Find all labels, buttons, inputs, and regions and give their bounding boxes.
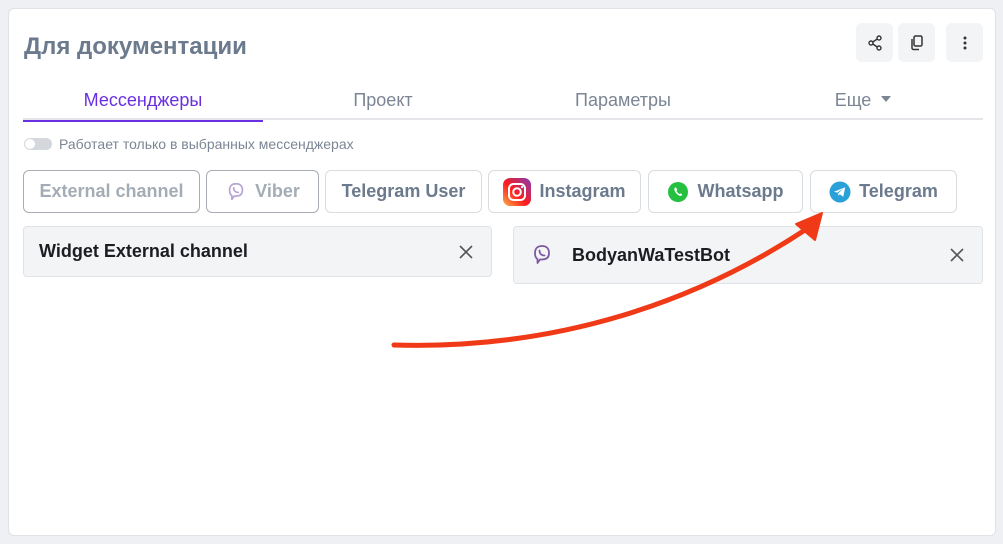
- panel-title: Widget External channel: [39, 241, 248, 261]
- channel-chip-external[interactable]: External channel: [23, 170, 200, 213]
- channel-chip-telegram[interactable]: Telegram: [810, 170, 957, 213]
- more-button[interactable]: [946, 23, 983, 62]
- channel-chip-telegram-user[interactable]: Telegram User: [325, 170, 482, 213]
- tab-label: Параметры: [575, 89, 671, 110]
- tab-bar: Мессенджеры Проект Параметры Еще: [23, 80, 983, 122]
- copy-button[interactable]: [898, 23, 935, 62]
- chip-label: External channel: [39, 181, 184, 201]
- chip-label: Instagram: [539, 181, 626, 201]
- tab-more[interactable]: Еще: [743, 80, 983, 120]
- chip-label: Whatsapp: [697, 181, 784, 201]
- panel-title: BodyanWaTestBot: [572, 244, 731, 265]
- channel-chip-whatsapp[interactable]: Whatsapp: [648, 170, 803, 213]
- close-icon[interactable]: [948, 246, 966, 264]
- tab-label: Проект: [353, 89, 413, 110]
- chip-label: Viber: [255, 181, 300, 201]
- viber-icon: [530, 243, 554, 267]
- chip-label: Telegram User: [341, 181, 466, 201]
- panel-widget-external: Widget External channel: [23, 226, 492, 277]
- toggle-label: Работает только в выбранных мессенджерах: [59, 136, 354, 152]
- viber-icon: [225, 181, 247, 203]
- panel-bot: BodyanWaTestBot: [513, 226, 983, 284]
- channel-chip-viber[interactable]: Viber: [206, 170, 319, 213]
- tab-label: Еще: [834, 89, 872, 110]
- settings-card: Для документации Мессенджеры Проект Пара…: [8, 8, 996, 536]
- chevron-down-icon: [881, 96, 892, 102]
- whatsapp-icon: [667, 181, 689, 203]
- page-title: Для документации: [24, 33, 247, 60]
- more-vertical-icon: [963, 36, 966, 49]
- instagram-icon: [503, 177, 532, 206]
- chip-label: Telegram: [859, 181, 938, 201]
- share-button[interactable]: [856, 23, 893, 62]
- close-icon[interactable]: [457, 243, 475, 261]
- tab-project[interactable]: Проект: [263, 80, 503, 120]
- channel-chip-instagram[interactable]: Instagram: [488, 170, 641, 213]
- share-icon: [867, 34, 882, 51]
- tab-messengers[interactable]: Мессенджеры: [23, 80, 263, 122]
- telegram-icon: [829, 181, 851, 203]
- tab-parameters[interactable]: Параметры: [503, 80, 743, 120]
- selected-messengers-toggle[interactable]: [24, 138, 52, 150]
- copy-icon: [910, 34, 923, 50]
- filter-row: Работает только в выбранных мессенджерах: [24, 135, 354, 153]
- tab-label: Мессенджеры: [83, 89, 203, 110]
